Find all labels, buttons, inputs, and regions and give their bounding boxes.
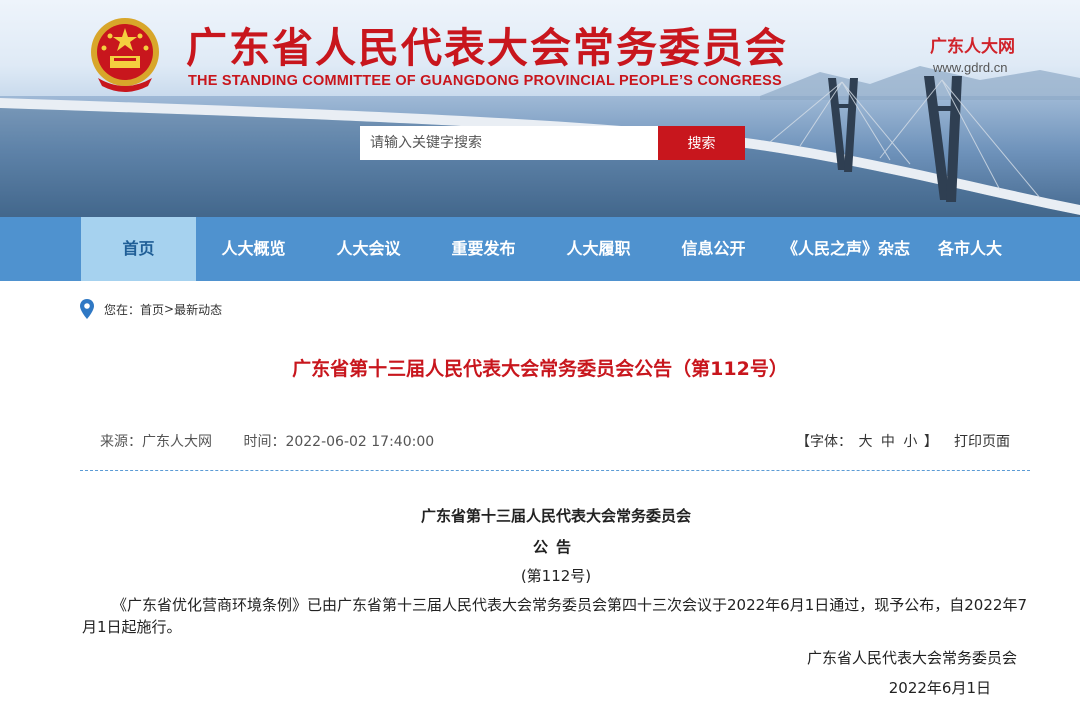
search-button[interactable]: 搜索 [658,126,745,160]
nav-item-disclosure[interactable]: 信息公开 [656,217,771,281]
article-meta: 来源：广东人大网 时间：2022-06-02 17:40:00 [100,431,461,451]
national-emblem-icon [91,18,159,92]
breadcrumb-current-link[interactable]: 最新动态 [174,301,222,318]
article-title: 广东省第十三届人民代表大会常务委员会公告（第112号） [292,358,788,380]
print-page-link[interactable]: 打印页面 [954,431,1010,451]
breadcrumb-prefix: 您在： [104,302,141,317]
notice-organization: 广东省第十三届人民代表大会常务委员会 [420,507,691,525]
nav-item-magazine[interactable]: 《人民之声》杂志 [771,217,921,281]
font-size-small-button[interactable]: 小 [903,434,917,450]
main-nav: 首页 人大概览 人大会议 重要发布 人大履职 信息公开 《人民之声》杂志 各市人… [0,217,1080,281]
nav-item-duties[interactable]: 人大履职 [541,217,656,281]
header-banner: 广东省人民代表大会常务委员会 THE STANDING COMMITTEE OF… [0,0,1080,217]
site-title: 广东省人民代表大会常务委员会 [186,24,788,72]
brand-url[interactable]: www.gdrd.cn [933,60,1007,75]
breadcrumb-home-link[interactable]: 首页 [140,301,164,318]
font-size-medium-button[interactable]: 中 [881,434,895,450]
nav-item-meetings[interactable]: 人大会议 [311,217,426,281]
article-source: 来源：广东人大网 [100,434,212,450]
notice-heading: 公告 [532,538,579,556]
breadcrumb: 您在： 首页 > 最新动态 [80,298,222,320]
search-input[interactable] [360,126,658,160]
font-size-label-open: 【字体： [796,434,852,450]
location-pin-icon [80,299,94,319]
notice-paragraph: 《广东省优化营商环境条例》已由广东省第十三届人民代表大会常务委员会第四十三次会议… [82,596,1027,636]
brand-name[interactable]: 广东人大网 [930,32,1015,57]
article-time: 时间：2022-06-02 17:40:00 [243,434,435,450]
nav-item-cities[interactable]: 各市人大 [921,217,1019,281]
notice-number: (第112号) [520,567,592,585]
nav-item-releases[interactable]: 重要发布 [426,217,541,281]
notice-date: 2022年6月1日 [888,679,991,697]
site-subtitle: THE STANDING COMMITTEE OF GUANGDONG PROV… [188,73,782,89]
notice-signature: 广东省人民代表大会常务委员会 [806,649,1017,667]
font-size-label-close: 】 [923,434,938,450]
dashed-divider [80,470,1030,471]
nav-item-overview[interactable]: 人大概览 [196,217,311,281]
font-size-large-button[interactable]: 大 [858,434,872,450]
nav-item-home[interactable]: 首页 [81,217,196,281]
font-size-selector: 【字体： 大 中 小 】 [796,431,938,451]
breadcrumb-separator: > [164,302,175,316]
